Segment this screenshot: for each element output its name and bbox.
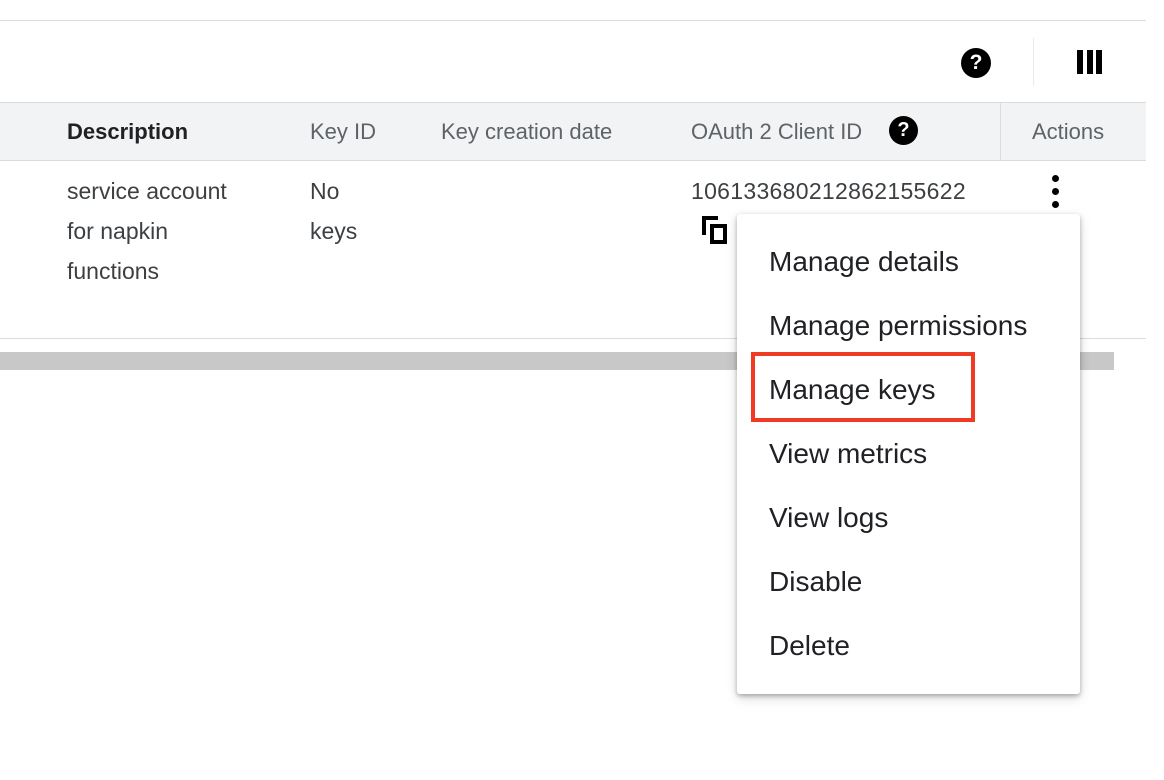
column-header-key-creation-date[interactable]: Key creation date — [441, 103, 612, 160]
menu-item-disable[interactable]: Disable — [769, 559, 862, 605]
actions-column-divider — [1000, 103, 1001, 160]
menu-item-view-metrics[interactable]: View metrics — [769, 431, 927, 477]
cell-description: service account for napkin functions — [67, 178, 227, 284]
column-header-oauth-client-id[interactable]: OAuth 2 Client ID — [691, 103, 862, 160]
actions-menu: Manage details Manage permissions Manage… — [737, 214, 1080, 694]
service-accounts-page: ? Description Key ID Key creation date O… — [0, 0, 1164, 780]
toolbar-divider — [1033, 38, 1034, 86]
menu-item-manage-details[interactable]: Manage details — [769, 239, 959, 285]
cell-key-id: No keys — [310, 178, 358, 244]
column-header-description[interactable]: Description — [67, 103, 188, 160]
help-icon[interactable]: ? — [961, 48, 991, 78]
menu-item-view-logs[interactable]: View logs — [769, 495, 888, 541]
menu-item-manage-permissions[interactable]: Manage permissions — [769, 303, 1027, 349]
top-divider — [0, 20, 1146, 21]
help-glyph: ? — [969, 51, 983, 74]
column-header-key-id[interactable]: Key ID — [310, 103, 376, 160]
menu-item-manage-keys[interactable]: Manage keys — [769, 367, 936, 413]
more-vert-icon[interactable] — [1047, 174, 1065, 210]
copy-icon[interactable] — [702, 216, 728, 244]
column-header-actions: Actions — [1032, 118, 1105, 144]
oauth-help-icon[interactable]: ? — [889, 116, 918, 145]
table-header-row: Description Key ID Key creation date OAu… — [0, 102, 1146, 161]
menu-item-delete[interactable]: Delete — [769, 623, 850, 669]
column-display-icon[interactable] — [1077, 50, 1102, 74]
cell-oauth-client-id: 106133680212862155622 — [691, 178, 966, 204]
truncated-previous-column-text: t — [0, 171, 4, 211]
oauth-help-glyph: ? — [897, 119, 910, 141]
